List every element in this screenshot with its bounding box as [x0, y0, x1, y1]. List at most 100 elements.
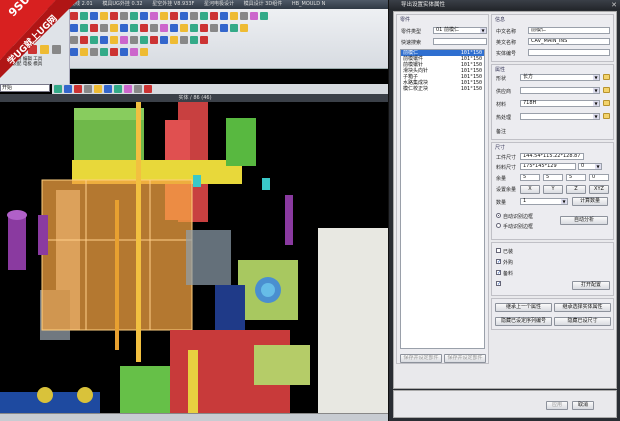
calc-quantity-button[interactable]: 计算数量	[572, 197, 608, 206]
title-segment[interactable]: 星空外挂 V8.933F	[152, 1, 194, 7]
tool-icon[interactable]	[210, 24, 218, 32]
axis-xyz-button[interactable]: XYZ	[589, 185, 609, 194]
tool-icon[interactable]	[110, 24, 118, 32]
tool-icon[interactable]	[200, 36, 208, 44]
folder-icon[interactable]	[603, 100, 610, 106]
tool-icon[interactable]	[94, 85, 102, 93]
tool-icon[interactable]	[230, 24, 238, 32]
tool-icon[interactable]	[170, 12, 178, 20]
quantity-select[interactable]: 1 ▼	[520, 198, 568, 205]
part-list[interactable]: 前模仁 101°150 前模镶件 101°150 前模镶针 101°150 滑块头向针…	[400, 49, 485, 349]
tool-icon[interactable]	[200, 12, 208, 20]
tool-icon[interactable]	[140, 36, 148, 44]
radio-auto[interactable]	[496, 213, 501, 218]
tool-icon[interactable]	[54, 85, 62, 93]
axis-y-button[interactable]: Y	[543, 185, 563, 194]
tool-icon[interactable]	[114, 85, 122, 93]
supplier-select[interactable]: ▼	[520, 87, 600, 94]
tool-icon[interactable]	[200, 24, 208, 32]
tool-icon[interactable]	[220, 12, 228, 20]
tool-icon[interactable]	[180, 12, 188, 20]
axis-z-button[interactable]: Z	[566, 185, 586, 194]
tool-icon[interactable]	[160, 12, 168, 20]
tool-icon[interactable]	[90, 24, 98, 32]
tool-icon[interactable]	[140, 24, 148, 32]
title-segment[interactable]: HB_MOULD N	[292, 1, 326, 7]
open-config-button[interactable]: 打开配置	[572, 281, 610, 290]
stock-size-field[interactable]: 175*145*129	[520, 163, 576, 170]
tool-icon[interactable]	[150, 12, 158, 20]
tool-icon[interactable]	[130, 12, 138, 20]
cn-name-field[interactable]: 前模仁	[528, 27, 610, 34]
shape-select[interactable]: 长方 ▼	[520, 74, 600, 81]
stock-size-number[interactable]: 0 ▼	[578, 163, 602, 170]
hide-sized-button[interactable]: 隐藏已设尺寸	[554, 317, 611, 326]
tool-icon[interactable]	[84, 85, 92, 93]
tool-icon[interactable]	[220, 24, 228, 32]
apply-button[interactable]: 应用	[546, 401, 568, 410]
tool-icon[interactable]	[120, 48, 128, 56]
tool-icon[interactable]	[160, 24, 168, 32]
tool-icon[interactable]	[210, 12, 218, 20]
title-segment[interactable]: 模具UG外挂 0.32	[102, 1, 142, 7]
tool-icon[interactable]	[240, 24, 248, 32]
tool-icon[interactable]	[124, 85, 132, 93]
tool-icon[interactable]	[120, 12, 128, 20]
tool-icon[interactable]	[80, 36, 88, 44]
tool-icon[interactable]	[230, 12, 238, 20]
allowance-field[interactable]: 5	[520, 174, 540, 181]
tool-icon[interactable]	[100, 48, 108, 56]
disabled-button-2[interactable]: 保存并设定部件	[444, 354, 486, 363]
tool-icon[interactable]	[134, 85, 142, 93]
material-select[interactable]: 718H ▼	[520, 100, 600, 107]
tool-icon[interactable]	[140, 12, 148, 20]
folder-icon[interactable]	[603, 74, 610, 80]
close-icon[interactable]: ✕	[610, 1, 618, 9]
tool-icon[interactable]	[180, 36, 188, 44]
allowance-field[interactable]: 0	[589, 174, 609, 181]
tool-icon[interactable]	[260, 12, 268, 20]
tool-icon[interactable]	[64, 85, 72, 93]
tool-icon[interactable]	[90, 48, 98, 56]
tool-icon[interactable]	[160, 36, 168, 44]
tool-icon[interactable]	[130, 36, 138, 44]
tool-icon[interactable]	[100, 24, 108, 32]
inherit-prev-button[interactable]: 继承上一个属性	[495, 303, 552, 312]
cancel-button[interactable]: 取消	[572, 401, 594, 410]
tool-icon[interactable]	[90, 36, 98, 44]
folder-icon[interactable]	[603, 113, 610, 119]
tool-icon[interactable]	[80, 24, 88, 32]
checkbox-stock[interactable]: ✓	[496, 270, 501, 276]
tool-icon[interactable]	[80, 12, 88, 20]
tool-icon[interactable]	[180, 24, 188, 32]
layer-select[interactable]: 开始	[0, 84, 50, 92]
radio-manual[interactable]	[496, 223, 501, 228]
tool-icon[interactable]	[190, 36, 198, 44]
heat-select[interactable]: ▼	[520, 113, 600, 120]
auto-analyze-button[interactable]: 自动分析	[560, 216, 608, 225]
axis-x-button[interactable]: X	[520, 185, 540, 194]
tool-icon[interactable]	[170, 36, 178, 44]
tool-icon[interactable]	[120, 36, 128, 44]
tool-icon[interactable]	[144, 85, 152, 93]
allowance-field[interactable]: 5	[566, 174, 586, 181]
workpiece-size-field[interactable]: 144.54*115.22*128.87	[520, 153, 584, 160]
checkbox-outsource[interactable]: ✓	[496, 259, 501, 265]
tool-icon[interactable]	[170, 24, 178, 32]
checkbox-installed[interactable]	[496, 248, 501, 253]
tool-icon[interactable]	[100, 36, 108, 44]
disabled-button-1[interactable]: 保存并设定部件	[400, 354, 442, 363]
part-type-select[interactable]: 01 前模仁 ▼	[433, 27, 487, 34]
tool-icon[interactable]	[190, 12, 198, 20]
tool-icon[interactable]	[250, 12, 258, 20]
title-segment[interactable]: 模具设计 3D组件	[244, 1, 283, 7]
checkbox-hide[interactable]: ✓	[496, 281, 501, 287]
tool-icon[interactable]	[110, 12, 118, 20]
tool-icon[interactable]	[80, 48, 88, 56]
part-no-field[interactable]	[528, 49, 610, 56]
quick-search-input[interactable]	[433, 38, 487, 45]
hide-numbered-button[interactable]: 隐藏已设定序列编号	[495, 317, 552, 326]
folder-icon[interactable]	[603, 87, 610, 93]
tool-icon[interactable]	[90, 12, 98, 20]
tool-icon[interactable]	[120, 24, 128, 32]
